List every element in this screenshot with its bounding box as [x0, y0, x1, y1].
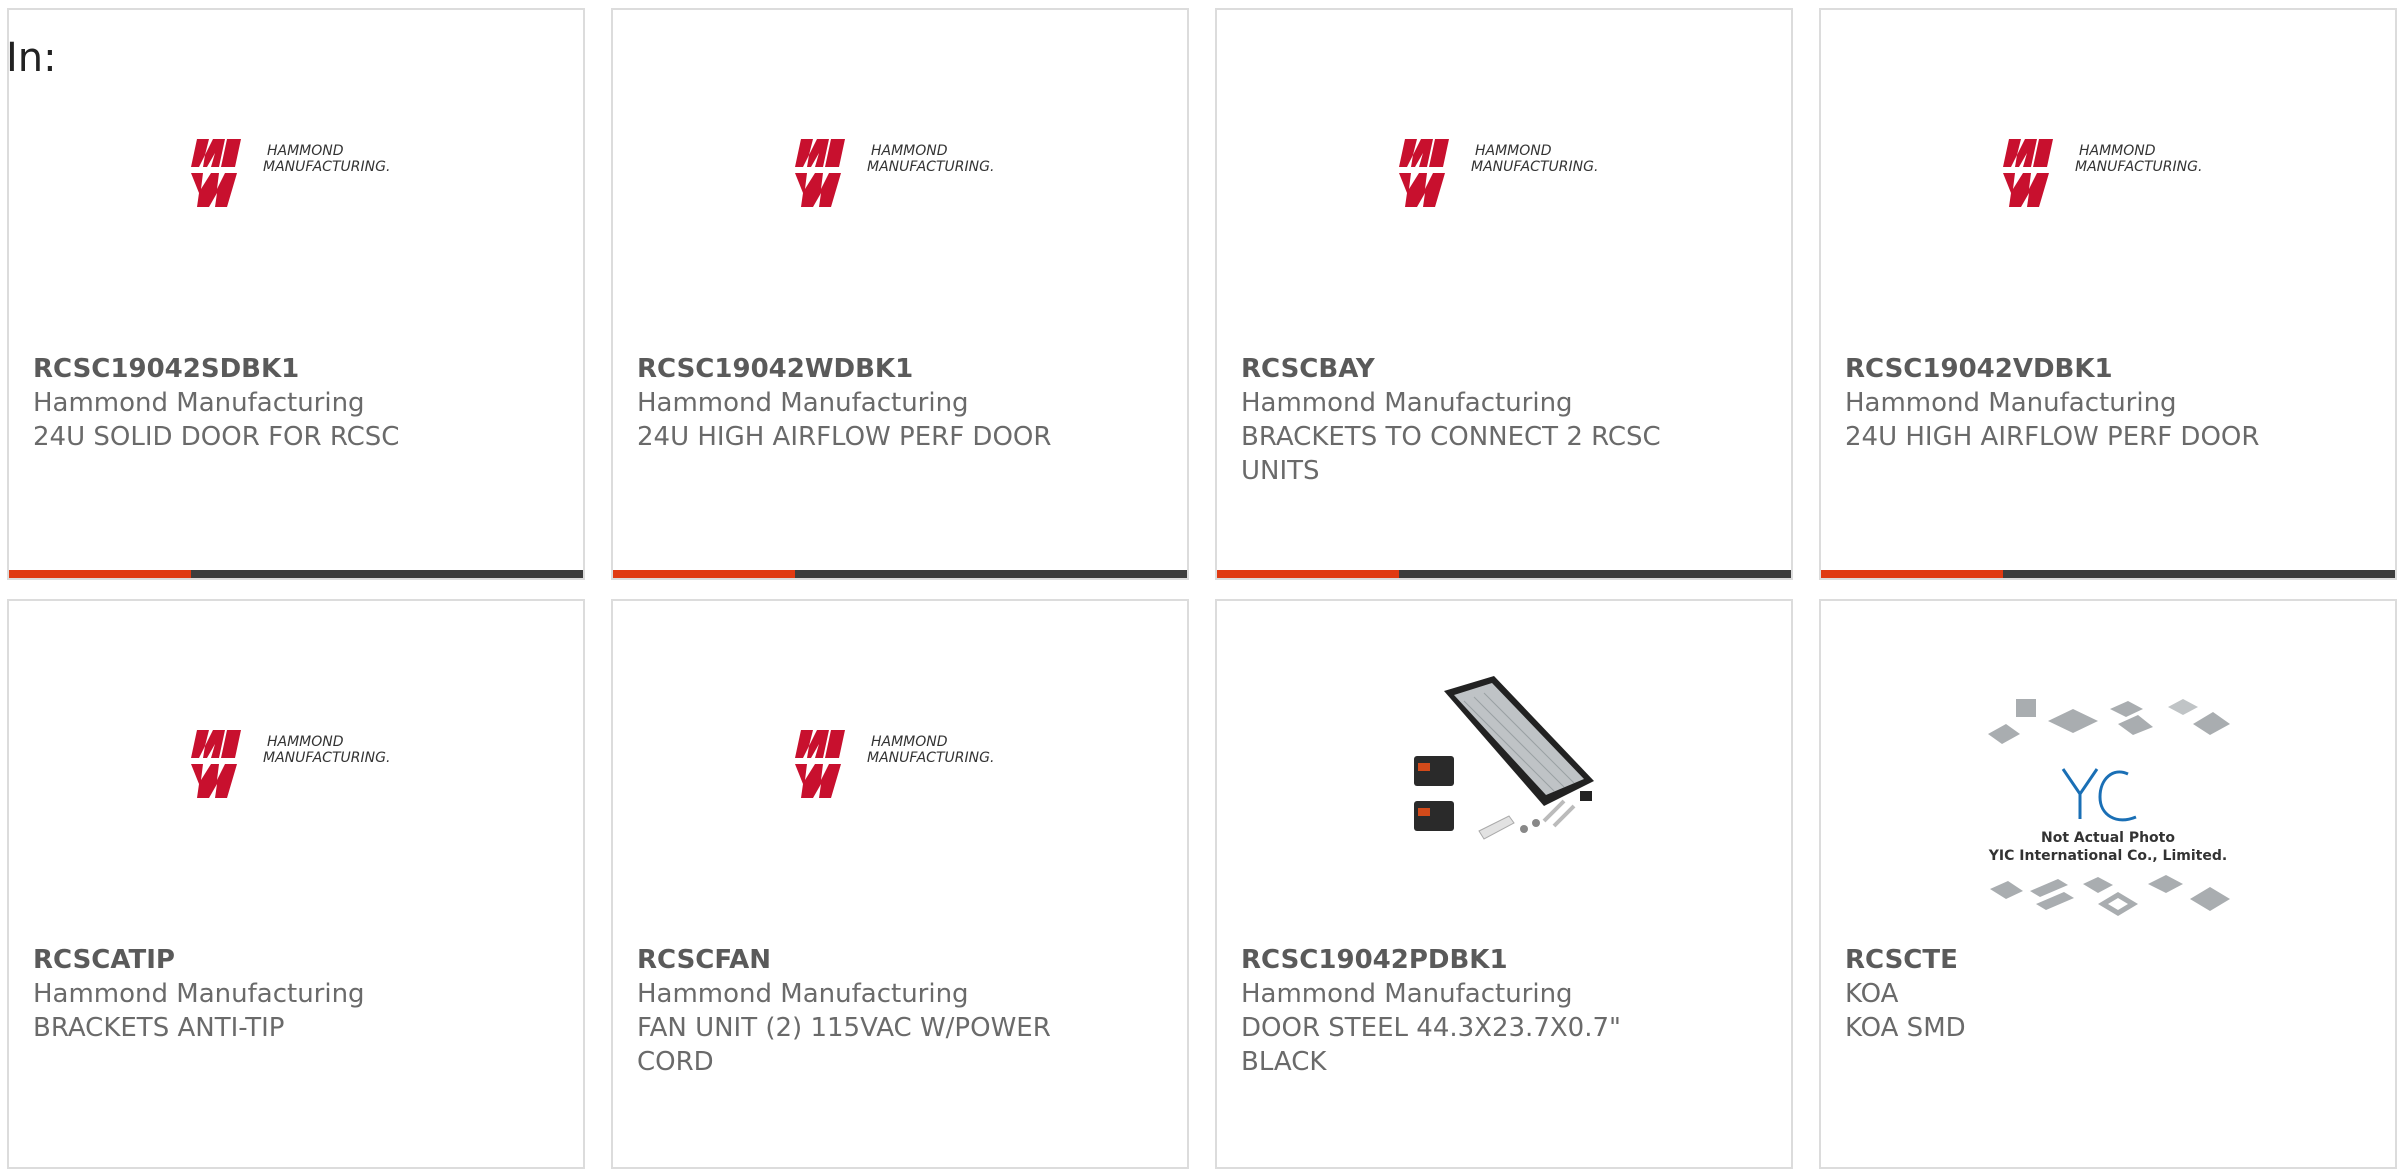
logo-line2: MANUFACTURING. — [867, 750, 994, 766]
card-progress-bar — [613, 570, 1187, 578]
logo-line2: MANUFACTURING. — [263, 159, 390, 175]
manufacturer: KOA — [1845, 979, 1899, 1009]
card-progress-bar — [1821, 570, 2395, 578]
manufacturer: Hammond Manufacturing — [33, 388, 365, 418]
part-number[interactable]: RCSCBAY — [1241, 352, 1767, 386]
logo-line2: MANUFACTURING. — [867, 159, 994, 175]
logo-line1: HAMMOND — [267, 143, 344, 159]
placeholder-caption1: Not Actual Photo — [2041, 830, 2175, 846]
card-progress-accent — [1821, 570, 2003, 578]
product-card[interactable]: HAMMOND MANUFACTURING. RCSC19042VDBK1 Ha… — [1819, 8, 2397, 580]
product-image: HAMMOND MANUFACTURING. — [613, 110, 1187, 240]
door-product-photo-icon — [1414, 676, 1594, 840]
logo-line1: HAMMOND — [871, 734, 948, 750]
placeholder-caption2: YIC International Co., Limited. — [1988, 848, 2227, 864]
product-image: HAMMOND MANUFACTURING. — [9, 110, 583, 240]
description: BRACKETS ANTI-TIP — [33, 1013, 285, 1043]
description: BRACKETS TO CONNECT 2 RCSC UNITS — [1241, 422, 1661, 486]
logo-line1: HAMMOND — [1475, 143, 1552, 159]
card-progress-bar — [1217, 570, 1791, 578]
product-image: Not Actual Photo YIC International Co., … — [1821, 679, 2395, 939]
description: 24U SOLID DOOR FOR RCSC — [33, 422, 400, 452]
card-progress-accent — [1217, 570, 1399, 578]
part-number[interactable]: RCSC19042WDBK1 — [637, 352, 1163, 386]
manufacturer: Hammond Manufacturing — [1241, 388, 1573, 418]
description: 24U HIGH AIRFLOW PERF DOOR — [637, 422, 1052, 452]
product-image: HAMMOND MANUFACTURING. — [9, 701, 583, 831]
part-number[interactable]: RCSCFAN — [637, 943, 1163, 977]
product-card[interactable]: HAMMOND MANUFACTURING. RCSCFAN Hammond M… — [611, 599, 1189, 1169]
hammond-logo-icon: HAMMOND MANUFACTURING. — [795, 730, 994, 798]
logo-line2: MANUFACTURING. — [263, 750, 390, 766]
manufacturer: Hammond Manufacturing — [637, 388, 969, 418]
hammond-logo-icon: HAMMOND MANUFACTURING. — [2003, 139, 2202, 207]
manufacturer: Hammond Manufacturing — [33, 979, 365, 1009]
hammond-logo-icon: HAMMOND MANUFACTURING. — [795, 139, 994, 207]
part-number[interactable]: RCSC19042VDBK1 — [1845, 352, 2371, 386]
description: 24U HIGH AIRFLOW PERF DOOR — [1845, 422, 2260, 452]
logo-line1: HAMMOND — [267, 734, 344, 750]
manufacturer: Hammond Manufacturing — [1845, 388, 2177, 418]
hammond-logo-icon: HAMMOND MANUFACTURING. — [191, 139, 390, 207]
product-image — [1217, 671, 1791, 871]
part-number[interactable]: RCSCATIP — [33, 943, 559, 977]
product-card[interactable]: HAMMOND MANUFACTURING. RCSC19042WDBK1 Ha… — [611, 8, 1189, 580]
product-card[interactable]: HAMMOND MANUFACTURING. RCSCATIP Hammond … — [7, 599, 585, 1169]
manufacturer: Hammond Manufacturing — [1241, 979, 1573, 1009]
hammond-logo-icon: HAMMOND MANUFACTURING. — [1399, 139, 1598, 207]
card-progress-accent — [9, 570, 191, 578]
part-number[interactable]: RCSCTE — [1845, 943, 2371, 977]
product-card[interactable]: Not Actual Photo YIC International Co., … — [1819, 599, 2397, 1169]
logo-line1: HAMMOND — [871, 143, 948, 159]
product-image: HAMMOND MANUFACTURING. — [1821, 110, 2395, 240]
filter-label: In: — [6, 35, 57, 81]
product-image: HAMMOND MANUFACTURING. — [613, 701, 1187, 831]
description: DOOR STEEL 44.3X23.7X0.7" BLACK — [1241, 1013, 1621, 1077]
hammond-logo-icon: HAMMOND MANUFACTURING. — [191, 730, 390, 798]
description: FAN UNIT (2) 115VAC W/POWER CORD — [637, 1013, 1051, 1077]
description: KOA SMD — [1845, 1013, 1966, 1043]
product-card[interactable]: HAMMOND MANUFACTURING. RCSCBAY Hammond M… — [1215, 8, 1793, 580]
product-card[interactable]: HAMMOND MANUFACTURING. RCSC19042SDBK1 Ha… — [7, 8, 585, 580]
manufacturer: Hammond Manufacturing — [637, 979, 969, 1009]
card-progress-bar — [9, 570, 583, 578]
logo-line1: HAMMOND — [2079, 143, 2156, 159]
logo-line2: MANUFACTURING. — [1471, 159, 1598, 175]
part-number[interactable]: RCSC19042SDBK1 — [33, 352, 559, 386]
part-number[interactable]: RCSC19042PDBK1 — [1241, 943, 1767, 977]
product-image: HAMMOND MANUFACTURING. — [1217, 110, 1791, 240]
logo-line2: MANUFACTURING. — [2075, 159, 2202, 175]
card-progress-accent — [613, 570, 795, 578]
not-actual-photo-icon: Not Actual Photo YIC International Co., … — [1988, 699, 2230, 916]
product-card[interactable]: RCSC19042PDBK1 Hammond Manufacturing DOO… — [1215, 599, 1793, 1169]
